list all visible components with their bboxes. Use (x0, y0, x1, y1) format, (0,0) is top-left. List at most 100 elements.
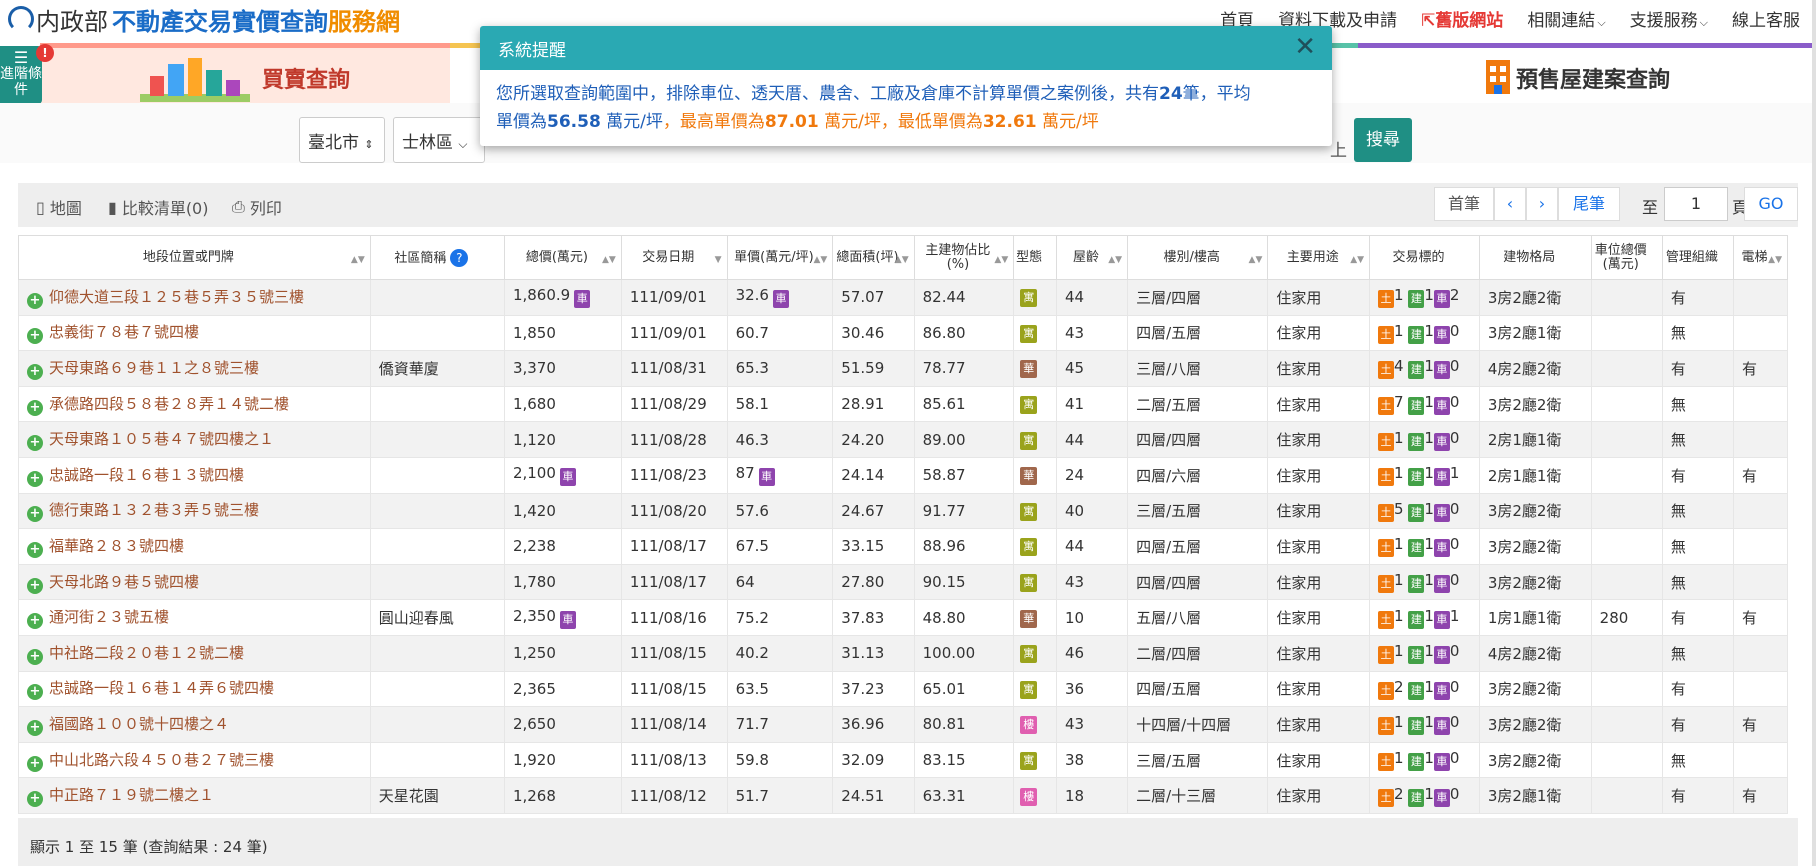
cell-target: 土1 建1車0 (1369, 706, 1480, 743)
cell-target: 土7 建1車0 (1369, 385, 1480, 423)
nav-online-service[interactable]: 線上客服 (1732, 6, 1800, 31)
expand-plus-icon[interactable]: + (27, 506, 43, 523)
address-link[interactable]: 福國路１００號十四樓之４ (49, 715, 229, 733)
address-link[interactable]: 忠義街７８巷７號四樓 (49, 323, 199, 341)
first-page-button[interactable]: 首筆 (1434, 187, 1494, 221)
prev-page-button[interactable]: ‹ (1494, 187, 1526, 221)
cell-address[interactable]: + 中山北路六段４５０巷２７號三樓 (18, 741, 371, 779)
cell-address[interactable]: + 福華路２８３號四樓 (18, 528, 371, 565)
expand-plus-icon[interactable]: + (27, 791, 43, 808)
address-link[interactable]: 天母東路１０５巷４７號四樓之１ (49, 430, 274, 448)
table-row[interactable]: + 通河街２３號五樓 圓山迎春風 2,350 車 111/08/16 75.2 37.83 48… (18, 599, 1789, 636)
nav-old-site[interactable]: ⇱舊版網站 (1421, 6, 1503, 31)
col-elevator[interactable]: 電梯 ▲▼ (1732, 235, 1789, 280)
expand-plus-icon[interactable]: + (27, 399, 43, 416)
page-number-input[interactable]: 1 (1664, 187, 1728, 221)
address-link[interactable]: 通河街２３號五樓 (49, 608, 169, 626)
search-button[interactable]: 搜尋 (1354, 118, 1412, 162)
district-select[interactable]: 士林區 ⌵ (393, 117, 485, 163)
table-row[interactable]: + 天母北路９巷５號四樓 1,780 111/08/17 64 27.80 90.15 寓 43… (18, 563, 1789, 601)
expand-plus-icon[interactable]: + (27, 577, 43, 594)
expand-plus-icon[interactable]: + (27, 648, 43, 665)
table-row[interactable]: + 天母東路６９巷１１之８號三樓 僑資華廈 3,370 111/08/31 65.3 51.… (18, 350, 1789, 387)
expand-plus-icon[interactable]: + (27, 541, 43, 558)
city-select[interactable]: 臺北市 ⇕ (299, 117, 385, 163)
expand-plus-icon[interactable]: + (27, 328, 43, 345)
table-row[interactable]: + 福華路２８３號四樓 2,238 111/08/17 67.5 33.15 88.96 寓 4… (18, 528, 1789, 565)
col-elevator-label: 電梯 (1741, 249, 1768, 265)
table-row[interactable]: + 天母東路１０５巷４７號四樓之１ 1,120 111/08/28 46.3 24.20 8… (18, 421, 1789, 458)
address-link[interactable]: 天母北路９巷５號四樓 (49, 573, 199, 591)
cell-address[interactable]: + 忠義街７８巷７號四樓 (18, 314, 371, 352)
col-total-price[interactable]: 總價(萬元) ▲▼ (503, 235, 622, 280)
map-button[interactable]: ▯ 地圖 (36, 195, 82, 219)
address-link[interactable]: 中山北路六段４５０巷２７號三樓 (49, 751, 274, 769)
expand-plus-icon[interactable]: + (27, 292, 43, 309)
table-row[interactable]: + 承德路四段５８巷２８弄１４號二樓 1,680 111/08/29 58.1 28.91… (18, 385, 1789, 423)
nav-support[interactable]: 支援服務 ⌵ (1630, 6, 1708, 31)
address-link[interactable]: 中社路二段２０巷１２號二樓 (49, 644, 244, 662)
table-row[interactable]: + 中社路二段２０巷１２號二樓 1,250 111/08/15 40.2 31.13 100… (18, 634, 1789, 672)
address-link[interactable]: 德行東路１３２巷３弄５號三樓 (49, 501, 259, 519)
cell-address[interactable]: + 仰德大道三段１２５巷５弄３５號三樓 (18, 279, 371, 316)
expand-plus-icon[interactable]: + (27, 435, 43, 452)
table-row[interactable]: + 中正路７１９號二樓之１ 天星花園 1,268 111/08/12 51.7 24.51 6… (18, 777, 1789, 814)
expand-plus-icon[interactable]: + (27, 719, 43, 736)
msg-count: 24 (1159, 84, 1183, 104)
table-row[interactable]: + 忠義街７８巷７號四樓 1,850 111/09/01 60.7 30.46 86.80 寓… (18, 314, 1789, 352)
col-main-ratio[interactable]: 主建物佔比(%) ▲▼ (913, 235, 1015, 280)
col-age[interactable]: 屋齡 ▲▼ (1055, 235, 1129, 280)
cell-address[interactable]: + 中社路二段２０巷１２號二樓 (18, 634, 371, 672)
help-icon[interactable]: ? (450, 248, 469, 267)
address-link[interactable]: 忠誠路一段１６巷１３號四樓 (49, 466, 244, 484)
address-link[interactable]: 仰德大道三段１２５巷５弄３５號三樓 (49, 288, 304, 306)
cell-address[interactable]: + 天母北路９巷５號四樓 (18, 563, 371, 601)
address-link[interactable]: 承德路四段５８巷２８弄１４號二樓 (49, 395, 289, 413)
table-row[interactable]: + 忠誠路一段１６巷１４弄６號四樓 2,365 111/08/15 63.5 37.23 6… (18, 670, 1789, 708)
table-row[interactable]: + 忠誠路一段１６巷１３號四樓 2,100 車 111/08/23 87 車 24.14 58.… (18, 456, 1789, 494)
col-floor[interactable]: 樓別/樓高 ▲▼ (1127, 235, 1269, 280)
expand-plus-icon[interactable]: + (27, 684, 43, 701)
cell-mgmt: 有 (1661, 456, 1734, 494)
address-link[interactable]: 福華路２８３號四樓 (49, 537, 184, 555)
cell-address[interactable]: + 福國路１００號十四樓之４ (18, 706, 371, 743)
col-date[interactable]: 交易日期 ▼ (620, 235, 728, 280)
go-button[interactable]: GO (1744, 187, 1798, 221)
close-icon[interactable]: ✕ (1294, 32, 1316, 62)
cell-address[interactable]: + 承德路四段５８巷２８弄１４號二樓 (18, 385, 371, 423)
cell-address[interactable]: + 天母東路６９巷１１之８號三樓 (18, 350, 371, 387)
cell-address[interactable]: + 忠誠路一段１６巷１４弄６號四樓 (18, 670, 371, 708)
cell-address[interactable]: + 天母東路１０５巷４７號四樓之１ (18, 421, 371, 458)
expand-plus-icon[interactable]: + (27, 470, 43, 487)
table-row[interactable]: + 德行東路１３２巷３弄５號三樓 1,420 111/08/20 57.6 24.67 91… (18, 492, 1789, 530)
cell-address[interactable]: + 中正路７１９號二樓之１ (18, 777, 371, 814)
cell-address[interactable]: + 德行東路１３２巷３弄５號三樓 (18, 492, 371, 530)
table-row[interactable]: + 仰德大道三段１２５巷５弄３５號三樓 1,860.9 車 111/09/01 32.6 車… (18, 279, 1789, 316)
cell-floor: 四層/四層 (1127, 421, 1269, 458)
address-link[interactable]: 天母東路６９巷１１之８號三樓 (49, 359, 259, 377)
col-address[interactable]: 地段位置或門牌 ▲▼ (18, 235, 371, 280)
last-page-button[interactable]: 尾筆 (1558, 187, 1620, 221)
print-button[interactable]: ⎙ 列印 (232, 195, 282, 219)
address-link[interactable]: 中正路７１９號二樓之１ (49, 786, 214, 804)
address-link[interactable]: 忠誠路一段１６巷１４弄６號四樓 (49, 679, 274, 697)
col-use[interactable]: 主要用途 ▲▼ (1267, 235, 1371, 280)
page-scrollbar[interactable] (1812, 0, 1816, 866)
col-unit-price[interactable]: 單價(萬元/坪) ▲▼ (726, 235, 834, 280)
tab-sale-query[interactable]: 買賣查詢 (40, 48, 450, 103)
compare-list-button[interactable]: ▮ 比較清單(0) (108, 195, 208, 219)
table-row[interactable]: + 中山北路六段４５０巷２７號三樓 1,920 111/08/13 59.8 32.09 8… (18, 741, 1789, 779)
expand-plus-icon[interactable]: + (27, 755, 43, 772)
site-logo[interactable]: 内政部 不動產交易實價查詢 服務網 (8, 4, 400, 36)
cell-address[interactable]: + 忠誠路一段１６巷１３號四樓 (18, 456, 371, 494)
cell-address[interactable]: + 通河街２３號五樓 (18, 599, 371, 636)
col-area[interactable]: 總面積(坪) ▲▼ (832, 235, 915, 280)
cell-total-price: 1,850 (503, 314, 622, 352)
parking-tag: 車 (758, 468, 775, 487)
tab-presale-query[interactable]: 預售屋建案查詢 (1358, 43, 1816, 103)
table-row[interactable]: + 福國路１００號十四樓之４ 2,650 111/08/14 71.7 36.96 80.8… (18, 706, 1789, 743)
expand-plus-icon[interactable]: + (27, 363, 43, 380)
expand-plus-icon[interactable]: + (27, 613, 43, 630)
next-page-button[interactable]: › (1526, 187, 1558, 221)
nav-links[interactable]: 相關連結 ⌵ (1527, 6, 1605, 31)
